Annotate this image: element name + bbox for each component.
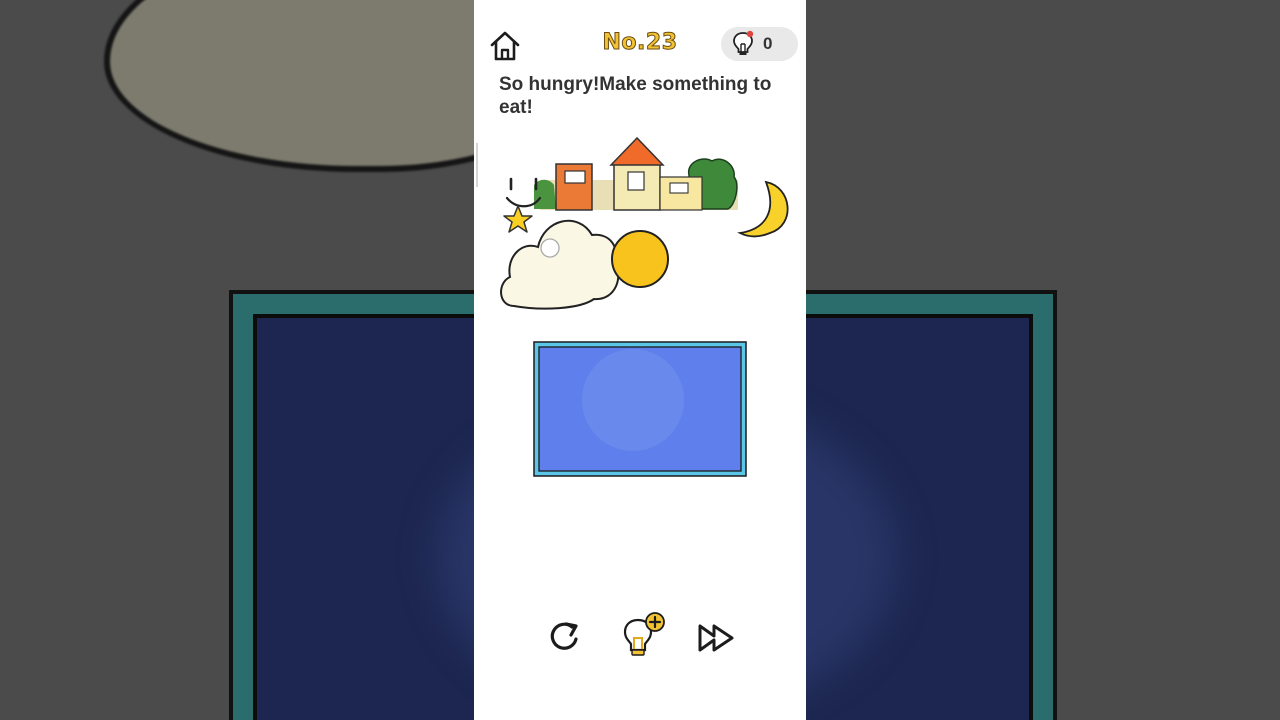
home-button[interactable] — [488, 30, 522, 62]
lightbulb-icon — [733, 30, 754, 55]
home-icon — [490, 31, 520, 61]
cloud[interactable] — [500, 219, 620, 310]
blue-screen-target[interactable] — [533, 341, 747, 477]
restart-button[interactable] — [546, 618, 584, 656]
level-number: No.23 — [602, 30, 678, 56]
puzzle-prompt: So hungry!Make something to eat! — [499, 74, 772, 118]
skip-button[interactable] — [696, 621, 736, 655]
star[interactable] — [503, 205, 533, 233]
moon[interactable] — [737, 180, 789, 238]
skip-icon — [698, 624, 734, 652]
sun[interactable] — [611, 230, 669, 288]
add-hint-icon — [623, 612, 665, 656]
screen-glow — [582, 349, 684, 451]
town-strip — [534, 136, 738, 211]
scene-illustration — [476, 136, 789, 310]
game-screen: No.23 0 So hungry!Make something to eat! — [474, 0, 806, 720]
get-hint-button[interactable] — [618, 611, 668, 661]
restart-icon — [550, 622, 578, 650]
hint-counter[interactable]: 0 — [721, 27, 798, 61]
hint-count: 0 — [763, 34, 773, 53]
